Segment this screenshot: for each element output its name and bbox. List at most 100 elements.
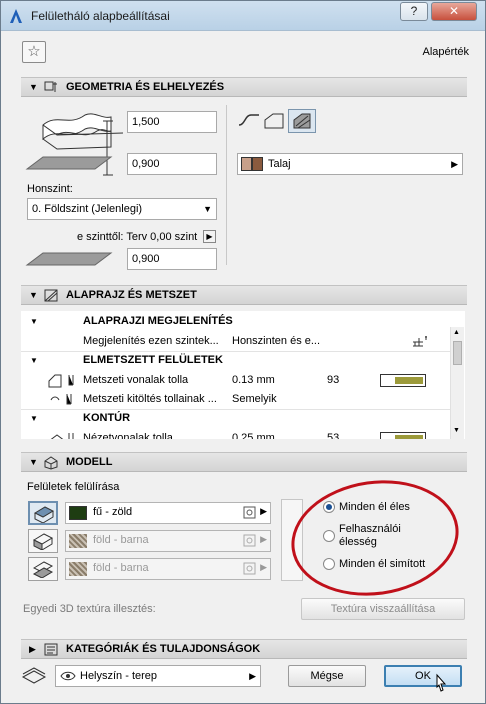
pen-color-swatch bbox=[380, 432, 426, 439]
mesh-side-icon[interactable] bbox=[263, 110, 285, 130]
collapse-triangle-icon: ▼ bbox=[30, 356, 38, 365]
pen-number: 53 bbox=[327, 432, 340, 439]
offset-reference-button[interactable]: ▶ bbox=[203, 230, 216, 243]
chevron-right-icon: ▶ bbox=[249, 671, 256, 681]
section-categories-title: KATEGÓRIÁK ÉS TULAJDONSÁGOK bbox=[66, 643, 261, 655]
offset-plane-illustration-icon bbox=[25, 252, 113, 266]
surface-row-side[interactable]: föld - barna ▶ bbox=[65, 530, 271, 552]
categories-section-icon bbox=[44, 643, 58, 656]
tree-row[interactable]: Metszeti vonalak tolla 0.13 mm 93 bbox=[21, 371, 451, 390]
story-label: Honszint: bbox=[27, 183, 73, 195]
tree-row-name: Megjelenítés ezen szintek... bbox=[83, 335, 219, 347]
section-geometry-header[interactable]: ▼ GEOMETRIA ÉS ELHELYEZÉS bbox=[21, 77, 467, 97]
floorplan-section-icon bbox=[44, 289, 58, 302]
settings-dialog: Felületháló alapbeállításai ? ✕ ☆ Alapér… bbox=[0, 0, 486, 704]
section-geometry-title: GEOMETRIA ÉS ELHELYEZÉS bbox=[66, 81, 225, 93]
cancel-button[interactable]: Mégse bbox=[288, 665, 366, 687]
section-floorplan-title: ALAPRAJZ ÉS METSZET bbox=[66, 289, 197, 301]
tree-row[interactable]: Megjelenítés ezen szintek... Honszinten … bbox=[21, 332, 451, 351]
collapse-triangle-icon: ▼ bbox=[29, 290, 38, 300]
tree-group-outline[interactable]: ▼ KONTÚR bbox=[21, 409, 451, 428]
surface-texture-icon bbox=[243, 506, 256, 519]
top-surface-button[interactable] bbox=[28, 501, 58, 525]
tree-row-name: Metszeti kitöltés tollainak ... bbox=[83, 393, 217, 405]
tree-row-value: Semelyik bbox=[232, 393, 277, 405]
tree-row[interactable]: Metszeti kitöltés tollainak ... Semelyik bbox=[21, 390, 451, 409]
geometry-section-icon bbox=[44, 81, 57, 92]
texture-alignment-label: Egyedi 3D textúra illesztés: bbox=[23, 603, 156, 615]
surface-color-chip bbox=[69, 506, 87, 520]
mesh-height-field[interactable]: 1,500 bbox=[127, 111, 217, 133]
surface-row-bottom[interactable]: föld - barna ▶ bbox=[65, 558, 271, 580]
default-label: Alapérték bbox=[422, 46, 469, 58]
base-level-field[interactable]: 0,900 bbox=[127, 153, 217, 175]
layer-dropdown[interactable]: Helyszín - terep ▶ bbox=[55, 665, 261, 687]
tree-group-title: ELMETSZETT FELÜLETEK bbox=[83, 354, 223, 366]
mouse-cursor-icon bbox=[436, 673, 447, 692]
mesh-fill-option-selected[interactable] bbox=[288, 109, 316, 133]
pen-color-swatch bbox=[380, 374, 426, 387]
expand-triangle-icon: ▶ bbox=[29, 644, 36, 654]
surface-color-chip bbox=[69, 562, 87, 576]
cut-fill-pen-icon bbox=[50, 394, 72, 405]
tree-group-cut-surfaces[interactable]: ▼ ELMETSZETT FELÜLETEK bbox=[21, 351, 451, 370]
tree-row-value: 0.13 mm bbox=[232, 374, 275, 386]
collapse-triangle-icon: ▼ bbox=[29, 82, 38, 92]
tree-row[interactable]: Nézetvonalak tolla 0.25 mm 53 bbox=[21, 429, 451, 439]
bottom-surface-button[interactable] bbox=[28, 557, 58, 581]
chevron-right-icon: ▶ bbox=[260, 506, 267, 516]
offset-value-field[interactable]: 0,900 bbox=[127, 248, 217, 270]
story-dropdown[interactable]: 0. Földszint (Jelenlegi) ▼ bbox=[27, 198, 217, 220]
star-icon: ☆ bbox=[27, 43, 41, 60]
section-categories-header[interactable]: ▶ KATEGÓRIÁK ÉS TULAJDONSÁGOK bbox=[21, 639, 467, 659]
collapse-triangle-icon: ▼ bbox=[30, 317, 38, 326]
section-model-header[interactable]: ▼ MODELL bbox=[21, 452, 467, 472]
eye-icon bbox=[60, 671, 76, 681]
cut-line-pen-icon bbox=[48, 374, 74, 388]
chevron-right-icon: ▶ bbox=[206, 232, 213, 241]
tree-row-name: Nézetvonalak tolla bbox=[83, 432, 173, 439]
tree-scrollbar[interactable]: ▲ ▼ bbox=[450, 327, 464, 439]
chevron-right-icon: ▶ bbox=[451, 159, 458, 169]
surface-color-chip bbox=[69, 534, 87, 548]
side-surface-button[interactable] bbox=[28, 529, 58, 553]
section-model-title: MODELL bbox=[66, 456, 113, 468]
model-section-icon bbox=[44, 456, 58, 470]
window-title: Felületháló alapbeállításai bbox=[31, 9, 170, 23]
surface-row-top[interactable]: fű - zöld ▶ bbox=[65, 502, 271, 524]
surface-texture-icon bbox=[243, 562, 256, 575]
pen-number: 93 bbox=[327, 374, 340, 386]
close-button[interactable]: ✕ bbox=[431, 2, 477, 21]
surface-name: föld - barna bbox=[93, 534, 149, 546]
material-name: Talaj bbox=[268, 158, 291, 170]
chevron-down-icon: ▼ bbox=[203, 204, 212, 214]
section-floorplan-header[interactable]: ▼ ALAPRAJZ ÉS METSZET bbox=[21, 285, 467, 305]
tree-group-plan-display[interactable]: ▼ ALAPRAJZI MEGJELENÍTÉS bbox=[21, 312, 451, 331]
annotation-ellipse bbox=[283, 469, 467, 607]
mesh-filled-icon bbox=[293, 113, 311, 129]
reset-texture-button[interactable]: Textúra visszaállítása bbox=[301, 598, 465, 620]
tree-row-name: Metszeti vonalak tolla bbox=[83, 374, 189, 386]
surface-name: föld - barna bbox=[93, 562, 149, 574]
side-surface-icon bbox=[32, 533, 54, 550]
ok-button[interactable]: OK bbox=[384, 665, 462, 687]
collapse-triangle-icon: ▼ bbox=[30, 414, 38, 423]
material-swatch-icon bbox=[241, 157, 263, 171]
layer-name: Helyszín - terep bbox=[80, 670, 158, 682]
story-visibility-icon bbox=[413, 336, 427, 347]
favorites-button[interactable]: ☆ bbox=[22, 41, 46, 63]
scroll-up-icon[interactable]: ▲ bbox=[453, 329, 460, 336]
floorplan-settings-tree: ▼ ALAPRAJZI MEGJELENÍTÉS Megjelenítés ez… bbox=[21, 311, 465, 439]
title-bar[interactable]: Felületháló alapbeállításai ? ✕ bbox=[1, 1, 485, 31]
help-button[interactable]: ? bbox=[400, 2, 428, 21]
scroll-down-icon[interactable]: ▼ bbox=[453, 427, 460, 434]
mesh-ridge-icon[interactable] bbox=[237, 111, 261, 129]
surface-texture-icon bbox=[243, 534, 256, 547]
archicad-logo-icon bbox=[10, 9, 22, 23]
outline-pen-icon bbox=[50, 433, 74, 439]
scrollbar-thumb[interactable] bbox=[453, 341, 462, 365]
chevron-right-icon: ▶ bbox=[260, 562, 267, 572]
top-surface-icon bbox=[33, 506, 55, 523]
building-material-dropdown[interactable]: Talaj ▶ bbox=[237, 153, 463, 175]
tree-row-value: Honszinten és e... bbox=[232, 335, 321, 347]
